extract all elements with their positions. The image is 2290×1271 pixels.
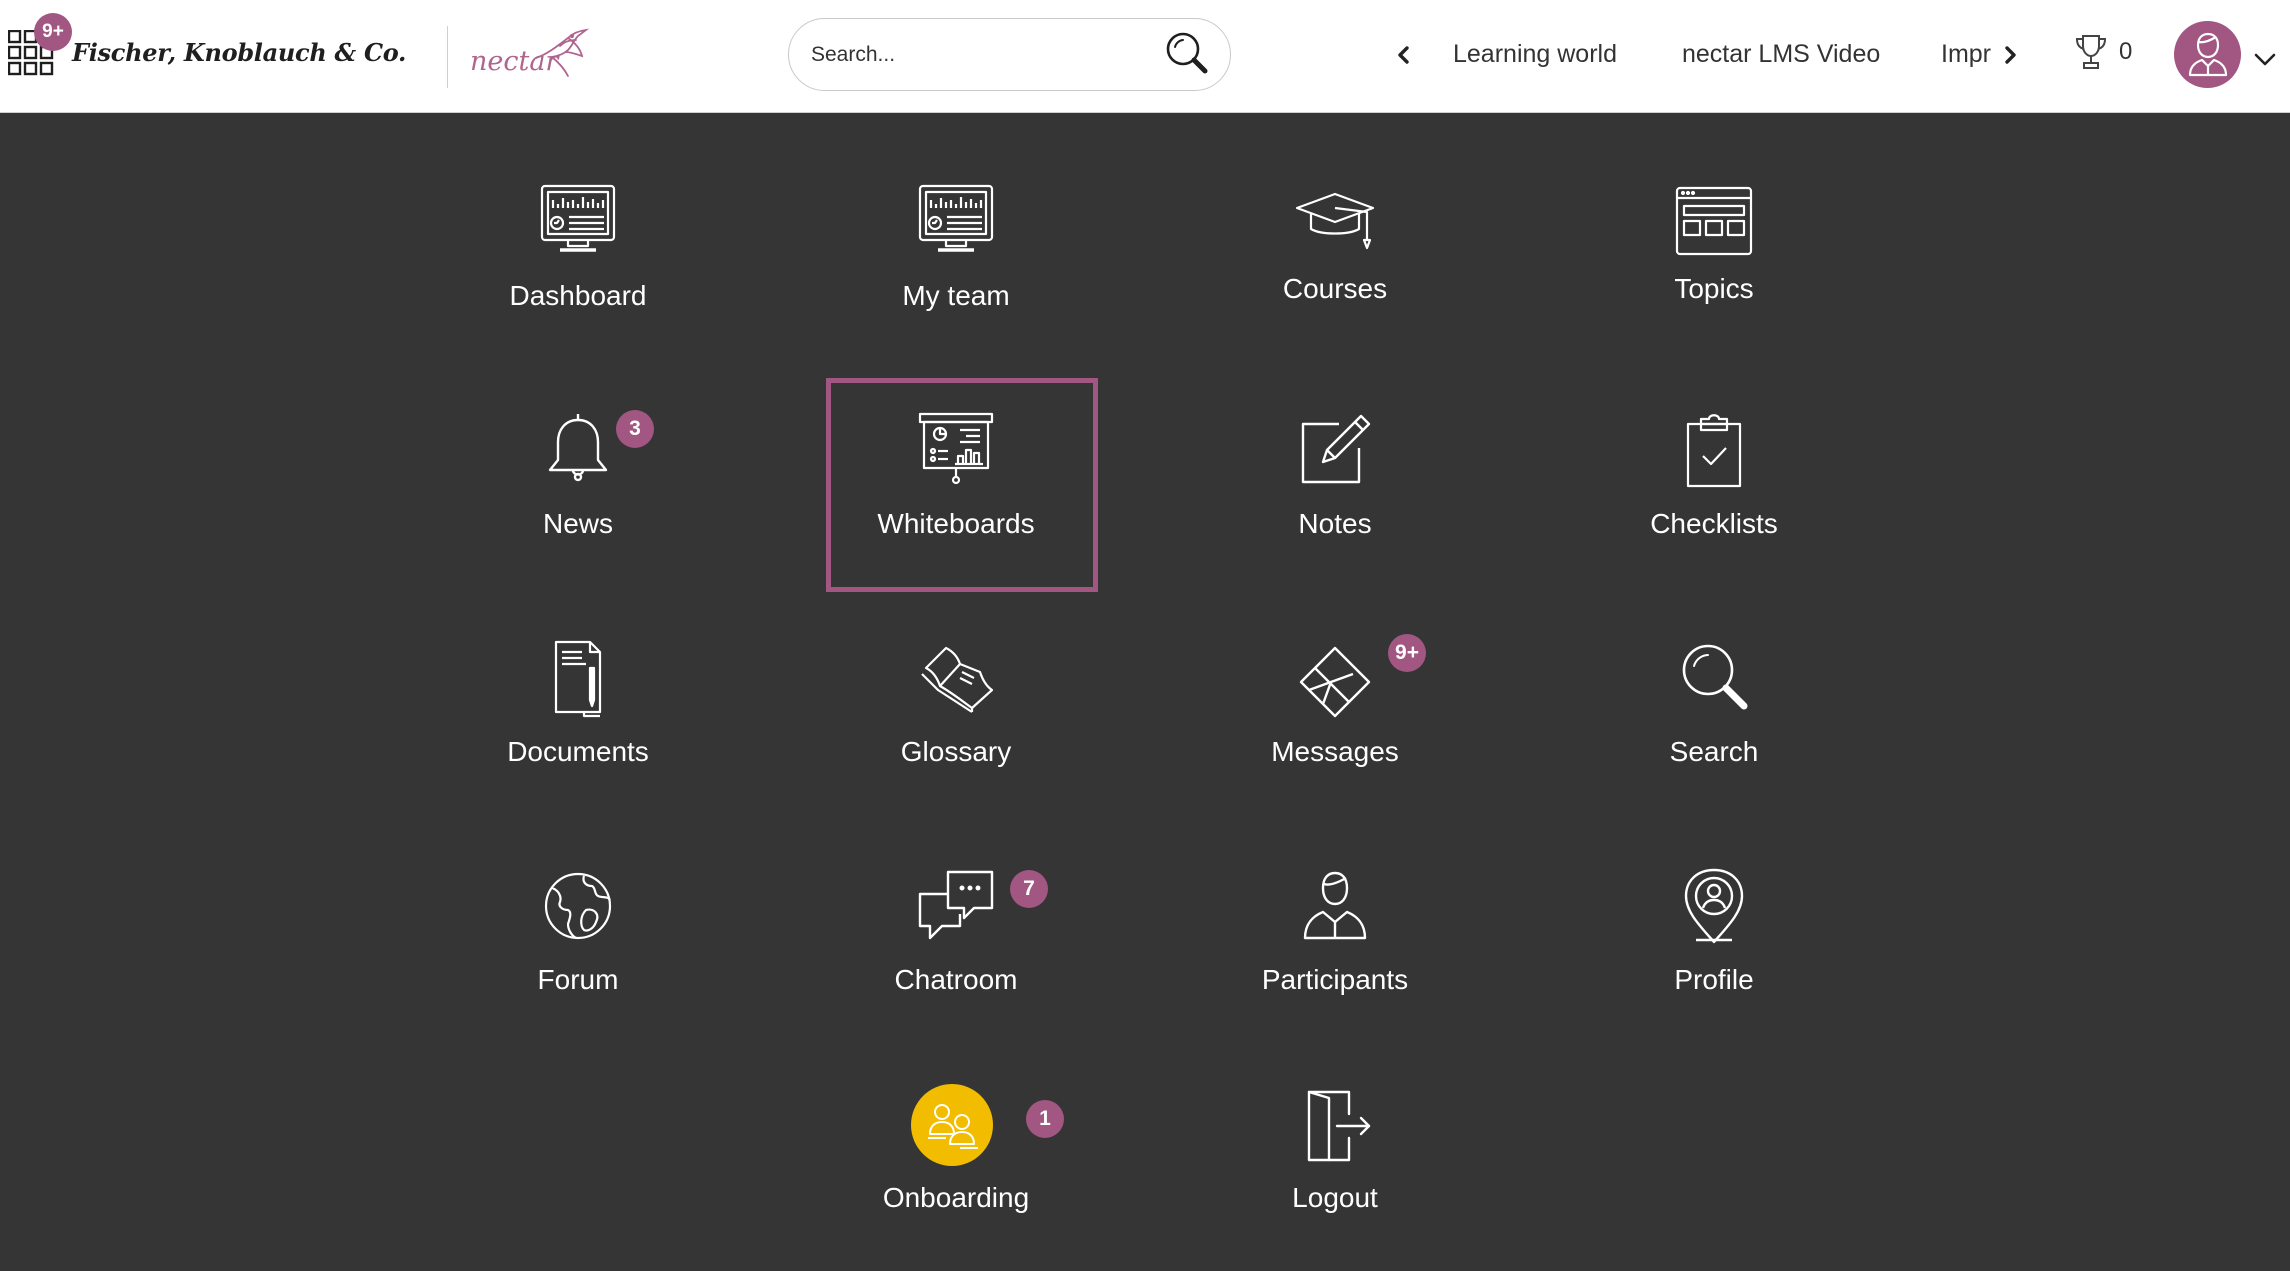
tile-label: My team bbox=[902, 280, 1010, 311]
search-icon bbox=[1682, 644, 1748, 710]
tile-messages[interactable]: 9+ Messages bbox=[1200, 588, 1470, 800]
tile-label: Documents bbox=[507, 736, 649, 767]
trophy-count: 0 bbox=[2119, 38, 2133, 65]
location-pin-user-icon bbox=[1684, 868, 1744, 944]
chevron-down-icon bbox=[2254, 53, 2276, 66]
chevron-right-icon bbox=[2005, 46, 2016, 64]
tile-news[interactable]: 3 News bbox=[443, 360, 713, 572]
nav-scroll-right-button[interactable] bbox=[1999, 40, 2021, 70]
tile-glossary[interactable]: Glossary bbox=[821, 588, 1091, 800]
apps-notification-badge: 9+ bbox=[34, 13, 72, 51]
dashboard-monitor-icon bbox=[540, 184, 616, 252]
chevron-left-icon bbox=[1398, 46, 1409, 64]
tile-my-team[interactable]: My team bbox=[821, 132, 1091, 344]
magnifier-icon bbox=[1166, 32, 1208, 74]
hummingbird-logo-icon bbox=[535, 28, 590, 77]
tile-forum[interactable]: Forum bbox=[443, 816, 713, 1028]
bell-icon bbox=[548, 414, 608, 482]
tile-chatroom[interactable]: 7 Chatroom bbox=[821, 816, 1091, 1028]
user-menu-toggle[interactable] bbox=[2252, 48, 2278, 70]
tile-label: Notes bbox=[1298, 508, 1372, 539]
tile-label: Topics bbox=[1674, 273, 1754, 304]
tile-label: Profile bbox=[1674, 964, 1754, 995]
nav-link-impr[interactable]: Impr bbox=[1941, 40, 1991, 69]
tile-label: Checklists bbox=[1650, 508, 1778, 539]
tile-checklists[interactable]: Checklists bbox=[1579, 360, 1849, 572]
tile-notes[interactable]: Notes bbox=[1200, 360, 1470, 572]
logout-door-icon bbox=[1307, 1090, 1371, 1162]
tile-search[interactable]: Search bbox=[1579, 588, 1849, 800]
tile-label: Courses bbox=[1282, 273, 1388, 304]
tile-label: Chatroom bbox=[894, 964, 1018, 995]
messages-badge: 9+ bbox=[1388, 634, 1426, 672]
tile-documents[interactable]: Documents bbox=[443, 588, 713, 800]
person-icon bbox=[1303, 871, 1367, 940]
user-avatar-button[interactable] bbox=[2174, 21, 2241, 88]
topics-window-icon bbox=[1675, 186, 1753, 256]
tile-label: News bbox=[542, 508, 613, 539]
tile-dashboard[interactable]: Dashboard bbox=[443, 132, 713, 344]
tile-logout[interactable]: Logout bbox=[1200, 1034, 1470, 1246]
tile-label: Whiteboards bbox=[877, 508, 1035, 539]
search-box bbox=[788, 18, 1231, 91]
chat-bubbles-icon bbox=[918, 870, 994, 940]
tile-whiteboards[interactable]: Whiteboards bbox=[821, 360, 1091, 572]
envelope-icon bbox=[1299, 646, 1371, 718]
news-badge: 3 bbox=[616, 410, 654, 448]
chatroom-badge: 7 bbox=[1010, 870, 1048, 908]
search-input[interactable] bbox=[811, 37, 1141, 73]
tile-label: Onboarding bbox=[882, 1182, 1030, 1213]
tile-label: Messages bbox=[1271, 736, 1399, 767]
tile-label: Forum bbox=[537, 964, 619, 995]
tile-label: Glossary bbox=[900, 736, 1012, 767]
nav-link-nectar-lms-video[interactable]: nectar LMS Video bbox=[1682, 40, 1880, 69]
company-logo-text: Fischer, Knoblauch & Co. bbox=[72, 38, 407, 67]
globe-icon bbox=[544, 872, 612, 940]
tile-label: Search bbox=[1669, 736, 1759, 767]
team-monitor-icon bbox=[918, 184, 994, 252]
tile-label: Logout bbox=[1292, 1182, 1378, 1213]
nav-scroll-left-button[interactable] bbox=[1393, 40, 1415, 70]
tile-profile[interactable]: Profile bbox=[1579, 816, 1849, 1028]
logo-divider bbox=[447, 26, 448, 88]
tile-topics[interactable]: Topics bbox=[1579, 132, 1849, 344]
clipboard-check-icon bbox=[1686, 414, 1742, 488]
tile-onboarding[interactable]: 1 Onboarding bbox=[821, 1034, 1091, 1246]
tile-participants[interactable]: Participants bbox=[1200, 816, 1470, 1028]
tile-courses[interactable]: Courses bbox=[1200, 132, 1470, 344]
search-submit-button[interactable] bbox=[1159, 27, 1217, 83]
onboarding-people-icon bbox=[928, 1104, 978, 1149]
top-bar: 9+ Fischer, Knoblauch & Co. nectar Learn… bbox=[0, 0, 2290, 113]
book-icon bbox=[921, 646, 994, 713]
nav-link-learning-world[interactable]: Learning world bbox=[1453, 40, 1617, 69]
note-pencil-icon bbox=[1301, 414, 1371, 484]
whiteboard-icon bbox=[918, 412, 994, 485]
graduation-cap-icon bbox=[1295, 192, 1375, 250]
tile-label: Participants bbox=[1261, 964, 1409, 995]
user-avatar-icon bbox=[2188, 32, 2228, 77]
onboarding-badge: 1 bbox=[1026, 1100, 1064, 1138]
trophy-icon[interactable] bbox=[2074, 32, 2108, 72]
tile-label: Dashboard bbox=[509, 280, 647, 311]
document-icon bbox=[554, 640, 602, 718]
